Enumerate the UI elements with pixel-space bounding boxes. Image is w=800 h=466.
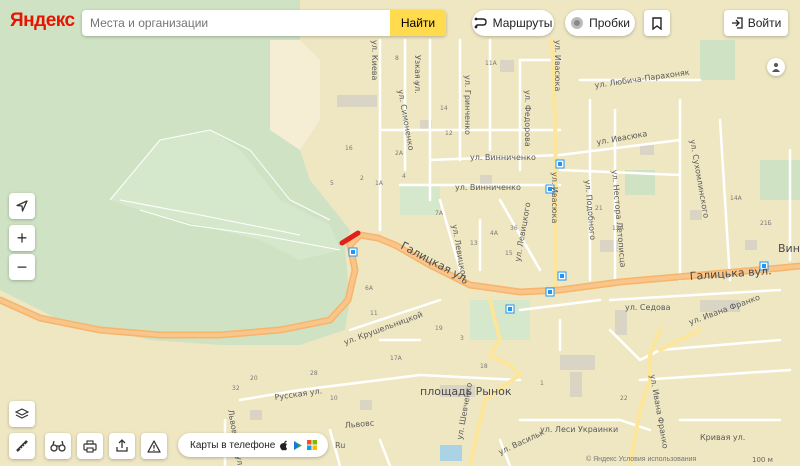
print-icon (83, 439, 97, 453)
street-label: ул. Гринченко (463, 75, 472, 135)
navigation-arrow-icon (16, 200, 28, 212)
ruler-button[interactable] (9, 433, 35, 459)
routes-label: Маршруты (492, 16, 553, 30)
street-label: ул. Киева (370, 40, 379, 80)
house-number: 4 (402, 173, 406, 180)
mobile-app-label: Карты в телефоне (190, 439, 276, 451)
house-number: 28 (310, 370, 318, 377)
bookmark-button[interactable] (644, 10, 670, 36)
house-number: 18 (480, 363, 488, 370)
google-play-icon (294, 440, 303, 450)
house-number: 10 (330, 395, 338, 402)
park-area (700, 40, 735, 80)
house-number: 2 (360, 175, 364, 182)
street-label: ул. Федорова (523, 90, 532, 147)
house-number: 7А (435, 210, 444, 217)
routes-button[interactable]: Маршруты (472, 10, 554, 36)
house-number: 11А (485, 60, 498, 67)
minus-icon: − (16, 257, 28, 277)
house-number: 14 (440, 105, 448, 112)
traffic-label: Пробки (589, 16, 630, 30)
street-label: ул. Винниченко (455, 183, 521, 192)
search-box: Найти (82, 10, 446, 36)
house-number: 32 (232, 385, 240, 392)
zoom-out-button[interactable]: − (9, 254, 35, 280)
share-button[interactable] (109, 433, 135, 459)
bus-stop-icon[interactable] (555, 159, 565, 169)
house-number: 19 (435, 325, 443, 332)
layers-icon (15, 408, 29, 419)
mobile-app-button[interactable]: Карты в телефоне (178, 433, 328, 457)
report-button[interactable] (141, 433, 167, 459)
house-number: 21Б (760, 220, 772, 227)
binoculars-icon (50, 440, 66, 452)
bookmark-icon (652, 16, 662, 30)
signin-label: Войти (747, 16, 782, 30)
house-number: 4А (490, 230, 499, 237)
house-number: 12А (612, 225, 625, 232)
park-area (760, 160, 800, 200)
person-icon (772, 63, 780, 72)
house-number: 11 (370, 310, 378, 317)
bus-stop-icon[interactable] (557, 271, 567, 281)
house-number: 21 (595, 205, 603, 212)
share-icon (116, 439, 128, 452)
house-number: 17А (390, 355, 403, 362)
copyright[interactable]: © Яндекс Условия использования (586, 456, 696, 463)
house-number: 1А (375, 180, 384, 187)
map-canvas[interactable]: Галицкая ул. Галицька вул. ул. Ивасюка у… (0, 0, 800, 466)
water (440, 445, 462, 461)
street-label: ул. Ивасюка (550, 172, 559, 224)
house-number: 9 (415, 80, 419, 87)
traffic-button[interactable]: Пробки (565, 10, 635, 36)
street-label: ул. Ивасюка (553, 40, 562, 92)
house-number: 8 (395, 55, 399, 62)
bus-stop-icon[interactable] (348, 247, 358, 257)
traffic-light-icon (571, 17, 584, 29)
bus-stop-icon[interactable] (505, 304, 515, 314)
login-icon (731, 17, 743, 29)
street-label: Ru (335, 441, 345, 450)
zoom-in-button[interactable]: + (9, 225, 35, 251)
house-number: 20 (250, 375, 258, 382)
ruler-icon (16, 440, 28, 452)
house-number: 36 (510, 225, 518, 232)
street-label: Узкая ул. (413, 55, 422, 94)
house-number: 14А (730, 195, 743, 202)
house-number: 3 (460, 335, 464, 342)
street-label: ул. Седова (625, 303, 671, 312)
street-label: Кривая ул. (700, 433, 745, 442)
search-button[interactable]: Найти (390, 10, 446, 36)
apple-icon (280, 440, 288, 450)
scale-label: 100 м (752, 456, 773, 464)
windows-icon (307, 440, 318, 450)
park-area (400, 185, 440, 215)
house-number: 2А (395, 150, 404, 157)
street-view-button[interactable] (767, 58, 785, 76)
house-number: 13 (470, 240, 478, 247)
street-label: ул. Винниченко (470, 153, 536, 162)
house-number: 22 (620, 395, 628, 402)
bus-stop-icon[interactable] (545, 287, 555, 297)
plus-icon: + (16, 228, 28, 248)
house-number: 5 (330, 180, 334, 187)
print-button[interactable] (77, 433, 103, 459)
yandex-logo[interactable]: Яндекс (10, 10, 75, 32)
house-number: 6А (365, 285, 374, 292)
search-input[interactable] (82, 10, 382, 36)
house-number: 16 (345, 145, 353, 152)
signin-button[interactable]: Войти (724, 10, 788, 36)
house-number: 12 (445, 130, 453, 137)
street-label: ул. Леси Украинки (540, 425, 618, 434)
route-icon (474, 17, 487, 29)
alert-icon (147, 439, 161, 453)
compass-button[interactable] (9, 193, 35, 219)
house-number: 1 (540, 380, 544, 387)
place-label: Вин (778, 242, 800, 255)
house-number: 15 (505, 250, 513, 257)
layers-button[interactable] (9, 401, 35, 427)
panorama-button[interactable] (45, 433, 71, 459)
